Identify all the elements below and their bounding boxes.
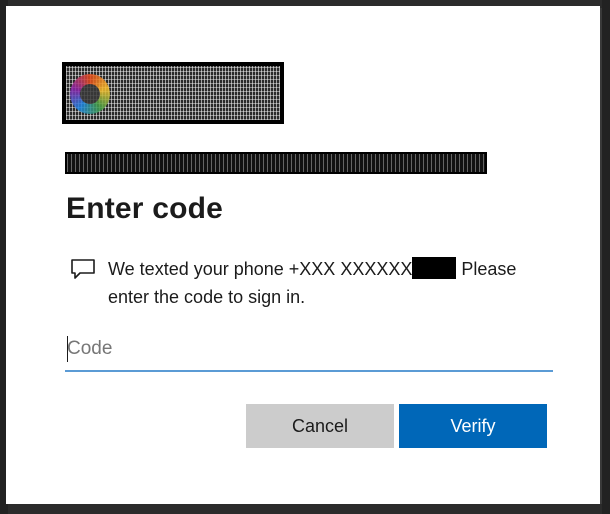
message-text-before: We texted your phone +XXX XXXXXX (108, 259, 413, 279)
sms-message: We texted your phone +XXX XXXXXX 5678 Ple… (108, 255, 558, 311)
redacted-account-bar (65, 152, 487, 174)
sign-in-dialog: Enter code We texted your phone +XXX XXX… (6, 6, 600, 504)
verify-button[interactable]: Verify (399, 404, 547, 448)
redacted-phone-digits: 5678 (412, 257, 457, 279)
background-bottom (0, 504, 610, 514)
redacted-logo (62, 62, 284, 124)
text-caret (67, 336, 68, 362)
page-title: Enter code (66, 192, 224, 225)
background-right (602, 0, 610, 514)
chat-bubble-icon (71, 259, 95, 279)
code-input[interactable] (65, 328, 553, 372)
cancel-button[interactable]: Cancel (246, 404, 394, 448)
company-logo-icon (70, 74, 110, 114)
